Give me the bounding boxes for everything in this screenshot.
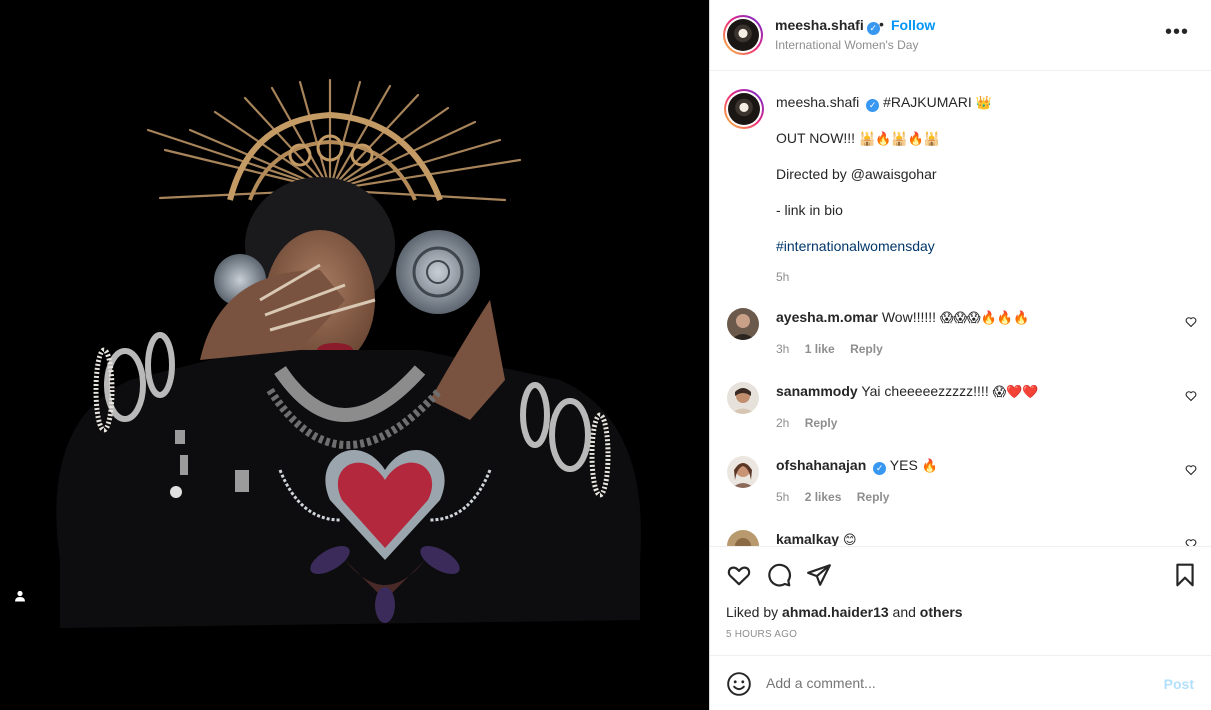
comment-body: Wow!!!!!! bbox=[881, 309, 937, 325]
caption-title-line: meesha.shafi ✓ #RAJKUMARI 👑 bbox=[776, 94, 992, 112]
author-avatar[interactable] bbox=[723, 15, 763, 55]
post-side-panel: meesha.shafi ✓ • Follow International Wom… bbox=[709, 0, 1211, 710]
comment-reply-button[interactable]: Reply bbox=[850, 342, 883, 356]
comment-text: ofshahanajan ✓ YES 🔥 bbox=[776, 457, 938, 475]
comment-emojis: 😱❤️❤️ bbox=[992, 385, 1039, 400]
verified-badge-icon: ✓ bbox=[866, 99, 880, 112]
comment-body: YES bbox=[889, 457, 918, 473]
comment-text: ayesha.m.omar Wow!!!!!! 😱😱😱🔥🔥🔥 bbox=[776, 309, 1029, 326]
comment-like-heart-icon[interactable] bbox=[1185, 464, 1197, 476]
post-photo-art bbox=[56, 78, 641, 628]
comment-emojis: 🔥 bbox=[921, 459, 938, 474]
comment-username[interactable]: ofshahanajan bbox=[776, 457, 866, 473]
comment-row: sanammody Yai cheeeeezzzzz!!!! 😱❤️❤️ 2h … bbox=[727, 382, 1197, 442]
commenter-avatar[interactable] bbox=[727, 530, 759, 546]
comment-username[interactable]: sanammody bbox=[776, 383, 858, 399]
comment-meta: 3h 1 like Reply bbox=[776, 342, 895, 356]
post-location[interactable]: International Women's Day bbox=[775, 38, 918, 52]
comment-text: sanammody Yai cheeeeezzzzz!!!! 😱❤️❤️ bbox=[776, 383, 1039, 400]
caption-emojis: 🕌🔥🕌🔥🕌 bbox=[858, 132, 940, 147]
user-tag-icon[interactable] bbox=[14, 590, 38, 614]
liked-by-text: Liked by ahmad.haider13 and others bbox=[726, 604, 963, 620]
caption-director-mention[interactable]: @awaisgohar bbox=[851, 166, 937, 182]
comment-time: 2h bbox=[776, 416, 790, 430]
comment-like-heart-icon[interactable] bbox=[1185, 538, 1197, 547]
caption-time: 5h bbox=[776, 270, 790, 284]
commenter-avatar[interactable] bbox=[727, 456, 759, 488]
add-comment-bar: Post bbox=[710, 657, 1211, 710]
comment-time: 5h bbox=[776, 490, 790, 504]
like-heart-icon[interactable] bbox=[726, 562, 752, 588]
comment-row: ayesha.m.omar Wow!!!!!! 😱😱😱🔥🔥🔥 3h 1 like… bbox=[727, 308, 1197, 368]
save-bookmark-icon[interactable] bbox=[1172, 562, 1198, 588]
separator-dot: • bbox=[879, 16, 884, 32]
verified-badge-icon: ✓ bbox=[873, 462, 887, 475]
verified-badge-icon: ✓ bbox=[866, 22, 880, 35]
post-header: meesha.shafi ✓ • Follow International Wom… bbox=[710, 0, 1211, 71]
caption-out-now-text: OUT NOW!!! bbox=[776, 130, 856, 146]
comment-like-heart-icon[interactable] bbox=[1185, 316, 1197, 328]
post-actions: Liked by ahmad.haider13 and others 5 HOU… bbox=[710, 548, 1211, 656]
caption-username[interactable]: meesha.shafi bbox=[776, 94, 859, 110]
caption-line-directed: Directed by @awaisgohar bbox=[776, 166, 937, 182]
author-username[interactable]: meesha.shafi bbox=[775, 17, 864, 33]
comment-meta: 5h 2 likes Reply bbox=[776, 490, 901, 504]
liked-by-and: and bbox=[892, 604, 916, 620]
comment-icon[interactable] bbox=[766, 562, 792, 588]
caption-link-in-bio: - link in bio bbox=[776, 202, 843, 218]
commenter-avatar[interactable] bbox=[727, 382, 759, 414]
comment-meta: 2h Reply bbox=[776, 416, 849, 430]
comment-emojis: 😱😱😱🔥🔥🔥 bbox=[939, 311, 1030, 326]
caption-directed-prefix: Directed by bbox=[776, 166, 847, 182]
comment-reply-button[interactable]: Reply bbox=[857, 490, 890, 504]
liked-by-prefix: Liked by bbox=[726, 604, 779, 620]
emoji-icon[interactable] bbox=[726, 671, 752, 697]
add-comment-input[interactable] bbox=[766, 675, 1146, 691]
comment-body: Yai cheeeeezzzzz!!!! bbox=[861, 383, 989, 399]
post-image[interactable] bbox=[0, 0, 709, 710]
comment-time: 3h bbox=[776, 342, 790, 356]
comment-row: kamalkay 😊 bbox=[727, 530, 1197, 547]
more-options-icon[interactable]: ••• bbox=[1165, 22, 1189, 42]
comment-username[interactable]: kamalkay bbox=[776, 531, 839, 546]
caption-hashtag[interactable]: #internationalwomensday bbox=[776, 238, 935, 254]
post-comment-button[interactable]: Post bbox=[1164, 676, 1194, 692]
comment-likes[interactable]: 1 like bbox=[805, 342, 835, 356]
posted-timestamp[interactable]: 5 HOURS AGO bbox=[726, 629, 797, 640]
comment-text: kamalkay 😊 bbox=[776, 531, 857, 547]
caption-line-out-now: OUT NOW!!! 🕌🔥🕌🔥🕌 bbox=[776, 130, 940, 147]
comment-like-heart-icon[interactable] bbox=[1185, 390, 1197, 402]
comment-reply-button[interactable]: Reply bbox=[805, 416, 838, 430]
liked-by-user[interactable]: ahmad.haider13 bbox=[782, 604, 889, 620]
caption-hashtag-title[interactable]: #RAJKUMARI bbox=[883, 94, 972, 110]
caption-avatar[interactable] bbox=[724, 89, 764, 129]
follow-button[interactable]: Follow bbox=[891, 17, 935, 33]
comment-row: ofshahanajan ✓ YES 🔥 5h 2 likes Reply bbox=[727, 456, 1197, 516]
author-username-row: meesha.shafi ✓ bbox=[775, 17, 880, 35]
share-icon[interactable] bbox=[806, 562, 832, 588]
liked-by-others[interactable]: others bbox=[920, 604, 963, 620]
comment-username[interactable]: ayesha.m.omar bbox=[776, 309, 878, 325]
comment-likes[interactable]: 2 likes bbox=[805, 490, 842, 504]
commenter-avatar[interactable] bbox=[727, 308, 759, 340]
comment-emojis: 😊 bbox=[842, 533, 857, 547]
crown-emoji: 👑 bbox=[975, 96, 992, 111]
comments-scroll-area[interactable]: meesha.shafi ✓ #RAJKUMARI 👑 OUT NOW!!! 🕌… bbox=[710, 71, 1211, 547]
